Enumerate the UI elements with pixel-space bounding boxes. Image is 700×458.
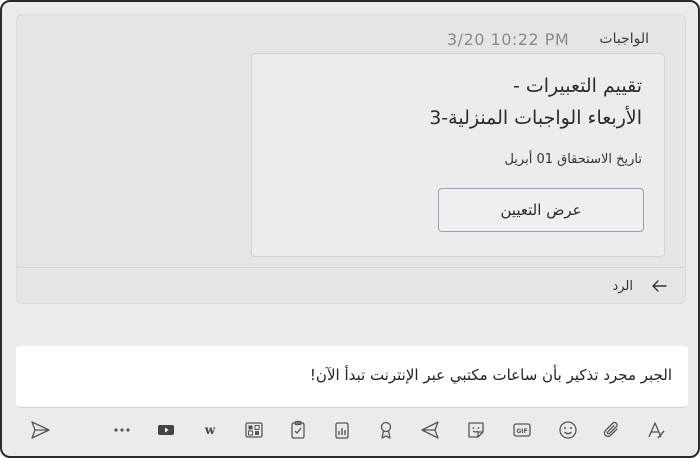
clipboard-icon[interactable]	[284, 416, 312, 444]
due-date: تاريخ الاستحقاق 01 أبريل	[504, 152, 642, 167]
message-area: 3/20 10:22 PM الواجبات تقييم التعبيرات -…	[16, 14, 686, 304]
svg-text:w: w	[204, 423, 216, 437]
compose-input[interactable]: الجبر مجرد تذكير بأن ساعات مكتبي عبر الإ…	[310, 366, 672, 384]
reply-bar[interactable]: الرد	[17, 267, 685, 305]
message-header: 3/20 10:22 PM الواجبات	[17, 30, 685, 51]
praise-icon[interactable]	[372, 416, 400, 444]
video-icon[interactable]	[152, 416, 180, 444]
message-timestamp: 3/20 10:22 PM	[447, 30, 570, 49]
attach-icon[interactable]	[598, 416, 626, 444]
gif-icon[interactable]: GIF	[508, 416, 536, 444]
assignment-title-line2: الأربعاء الواجبات المنزلية-3	[429, 107, 642, 129]
svg-text:GIF: GIF	[516, 428, 527, 435]
compose-box[interactable]: الجبر مجرد تذكير بأن ساعات مكتبي عبر الإ…	[16, 346, 688, 408]
assignment-card[interactable]: تقييم التعبيرات - الأربعاء الواجبات المن…	[251, 53, 665, 257]
sender-name: الواجبات	[599, 31, 649, 47]
assignment-title: تقييم التعبيرات - الأربعاء الواجبات المن…	[429, 70, 642, 134]
teams-post-window: 3/20 10:22 PM الواجبات تقييم التعبيرات -…	[0, 0, 700, 458]
more-icon[interactable]	[108, 416, 136, 444]
send-arrow-icon[interactable]	[416, 416, 444, 444]
word-icon[interactable]: w	[196, 416, 224, 444]
poll-icon[interactable]	[328, 416, 356, 444]
compose-toolbar: w GIF	[16, 412, 684, 448]
forms-icon[interactable]	[240, 416, 268, 444]
reply-arrow-icon[interactable]	[649, 276, 669, 296]
emoji-icon[interactable]	[554, 416, 582, 444]
view-assignment-button[interactable]: عرض التعيين	[438, 188, 644, 232]
reply-label[interactable]: الرد	[612, 279, 633, 294]
send-icon[interactable]	[26, 416, 54, 444]
format-icon[interactable]	[642, 416, 670, 444]
sticker-icon[interactable]	[462, 416, 490, 444]
assignment-title-line1: تقييم التعبيرات -	[512, 75, 642, 97]
